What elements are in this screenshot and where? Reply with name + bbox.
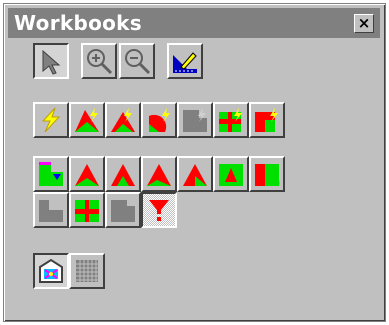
gray-shape-2-icon xyxy=(111,200,135,222)
zoom-in-button[interactable] xyxy=(81,43,117,79)
bolt-red-green-2-icon xyxy=(111,108,135,132)
green-red-shape-icon xyxy=(75,200,99,222)
tool-2-3-button[interactable] xyxy=(141,156,177,192)
pointer-tool-button[interactable] xyxy=(33,43,69,79)
grid-icon xyxy=(76,260,98,282)
tool-1-4-button[interactable] xyxy=(177,102,213,138)
bolt-red-green-4-icon xyxy=(219,108,242,132)
tool-1-6-button[interactable] xyxy=(249,102,285,138)
bolt-gray-icon xyxy=(183,108,207,132)
close-button[interactable]: × xyxy=(354,14,374,33)
tool-3-0-button[interactable] xyxy=(33,192,69,228)
tool-3-2-button[interactable] xyxy=(105,192,141,228)
title-bar[interactable]: Workbooks × xyxy=(8,8,380,38)
shape-2-icon xyxy=(111,164,135,186)
tool-2-5-button[interactable] xyxy=(213,156,249,192)
tool-2-2-button[interactable] xyxy=(105,156,141,192)
tool-2-0-button[interactable] xyxy=(33,156,69,192)
frame-view-button[interactable] xyxy=(33,253,69,289)
bolt-red-green-3-icon xyxy=(149,108,170,132)
window-title: Workbooks xyxy=(14,11,142,35)
zoom-out-icon xyxy=(125,49,151,75)
shape-4-icon xyxy=(183,164,207,186)
tool-1-5-button[interactable] xyxy=(213,102,249,138)
tool-3-3-button[interactable] xyxy=(141,192,177,228)
shape-5-icon xyxy=(219,164,243,186)
zoom-in-icon xyxy=(87,49,113,75)
gray-shape-1-icon xyxy=(39,200,63,222)
tool-1-3-button[interactable] xyxy=(141,102,177,138)
tool-2-6-button[interactable] xyxy=(249,156,285,192)
bolt-red-green-1-icon xyxy=(75,108,99,132)
close-icon: × xyxy=(357,14,371,32)
zoom-out-button[interactable] xyxy=(119,43,155,79)
pointer-icon xyxy=(42,49,61,75)
shape-6-icon xyxy=(255,164,280,186)
bolt-red-green-5-icon xyxy=(255,108,278,132)
tool-2-1-button[interactable] xyxy=(69,156,105,192)
funnel-icon xyxy=(149,200,169,221)
tool-1-2-button[interactable] xyxy=(105,102,141,138)
shape-1-icon xyxy=(75,164,99,186)
tool-2-4-button[interactable] xyxy=(177,156,213,192)
drafting-icon xyxy=(173,52,197,73)
lightning-icon xyxy=(41,107,61,133)
stack-icon xyxy=(39,162,63,186)
picture-frame-icon xyxy=(39,258,63,283)
drafting-button[interactable] xyxy=(167,43,203,79)
lightning-button[interactable] xyxy=(33,102,69,138)
shape-3-icon xyxy=(147,164,171,186)
tool-1-1-button[interactable] xyxy=(69,102,105,138)
tool-3-1-button[interactable] xyxy=(69,192,105,228)
workbooks-palette: Workbooks × xyxy=(3,3,386,322)
grid-view-button[interactable] xyxy=(69,253,105,289)
